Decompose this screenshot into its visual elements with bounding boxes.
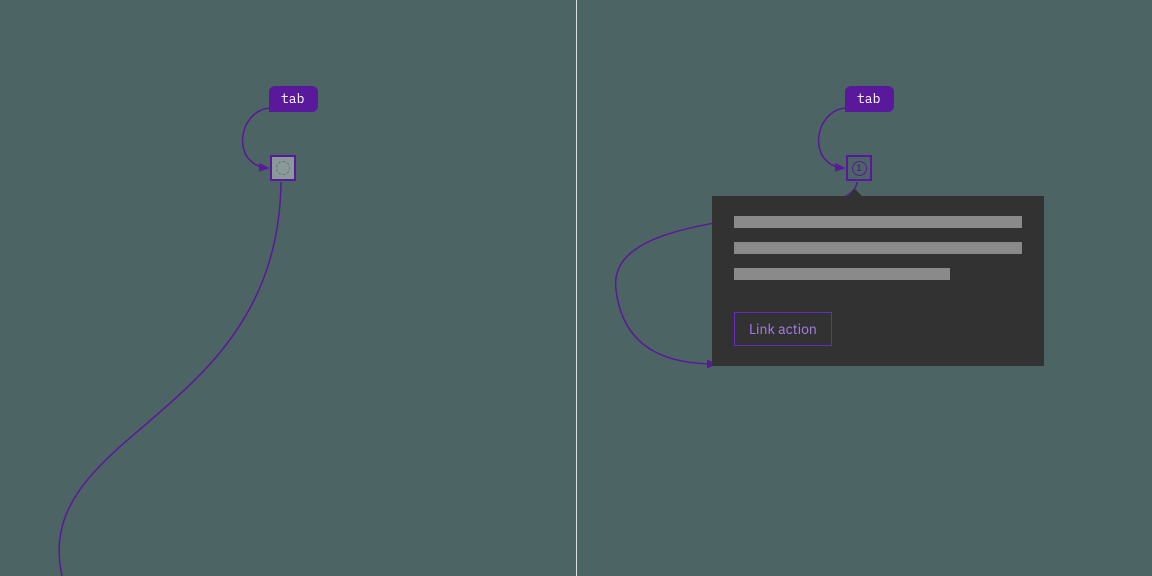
tab-chip-left: tab [269,86,318,112]
marker-circle-number-icon [852,161,867,176]
panel-left: tab [0,0,576,576]
popover-text-placeholder [734,216,1022,228]
panel-right: tab Link action [576,0,1152,576]
marker-box-right[interactable] [846,155,872,181]
popover-caret-icon [847,189,863,197]
popover: Link action [712,196,1044,366]
marker-box-left[interactable] [270,155,296,181]
popover-text-placeholder [734,242,1022,254]
marker-circle-dashed-icon [276,161,290,175]
link-action-button[interactable]: Link action [734,312,832,346]
link-action-label: Link action [749,320,817,338]
tab-label: tab [281,90,304,107]
tab-chip-right: tab [845,86,894,112]
popover-text-placeholder [734,268,950,280]
tab-label: tab [857,90,880,107]
